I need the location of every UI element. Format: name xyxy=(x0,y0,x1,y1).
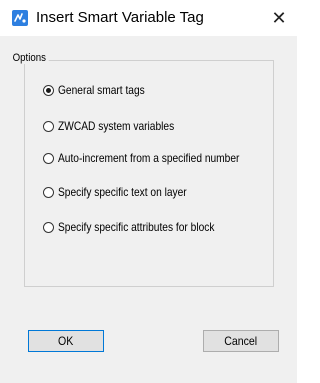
cancel-button-label: Cancel xyxy=(224,334,258,348)
ok-button-label: OK xyxy=(58,334,74,348)
radio-label: Specify specific text on layer xyxy=(58,185,187,199)
radio-button[interactable] xyxy=(43,120,54,132)
radio-zwcad-system-variables[interactable]: ZWCAD system variables xyxy=(43,118,195,134)
radio-button[interactable] xyxy=(43,186,54,198)
radio-label: Specify specific attributes for block xyxy=(58,220,215,234)
radio-label: General smart tags xyxy=(58,83,145,97)
radio-button[interactable] xyxy=(43,152,54,164)
ok-button[interactable]: OK xyxy=(28,330,104,352)
close-icon: ✕ xyxy=(271,7,287,28)
radio-button[interactable] xyxy=(43,221,54,233)
title-bar: Insert Smart Variable Tag ✕ xyxy=(0,0,297,36)
window-title: Insert Smart Variable Tag xyxy=(36,9,204,26)
insert-smart-variable-tag-dialog: Insert Smart Variable Tag ✕ Options Gene… xyxy=(0,0,297,383)
close-button[interactable]: ✕ xyxy=(261,0,297,36)
radio-general-smart-tags[interactable]: General smart tags xyxy=(43,82,160,98)
radio-specific-text-on-layer[interactable]: Specify specific text on layer xyxy=(43,184,209,200)
radio-label: Auto-increment from a specified number xyxy=(58,151,240,165)
options-group-label: Options xyxy=(10,52,49,64)
radio-specific-attributes-for-block[interactable]: Specify specific attributes for block xyxy=(43,219,242,235)
cancel-button[interactable]: Cancel xyxy=(203,330,279,352)
zwcad-variable-icon xyxy=(12,10,28,26)
radio-button-checked[interactable] xyxy=(43,84,54,96)
radio-label: ZWCAD system variables xyxy=(58,119,175,133)
radio-auto-increment[interactable]: Auto-increment from a specified number xyxy=(43,150,271,166)
